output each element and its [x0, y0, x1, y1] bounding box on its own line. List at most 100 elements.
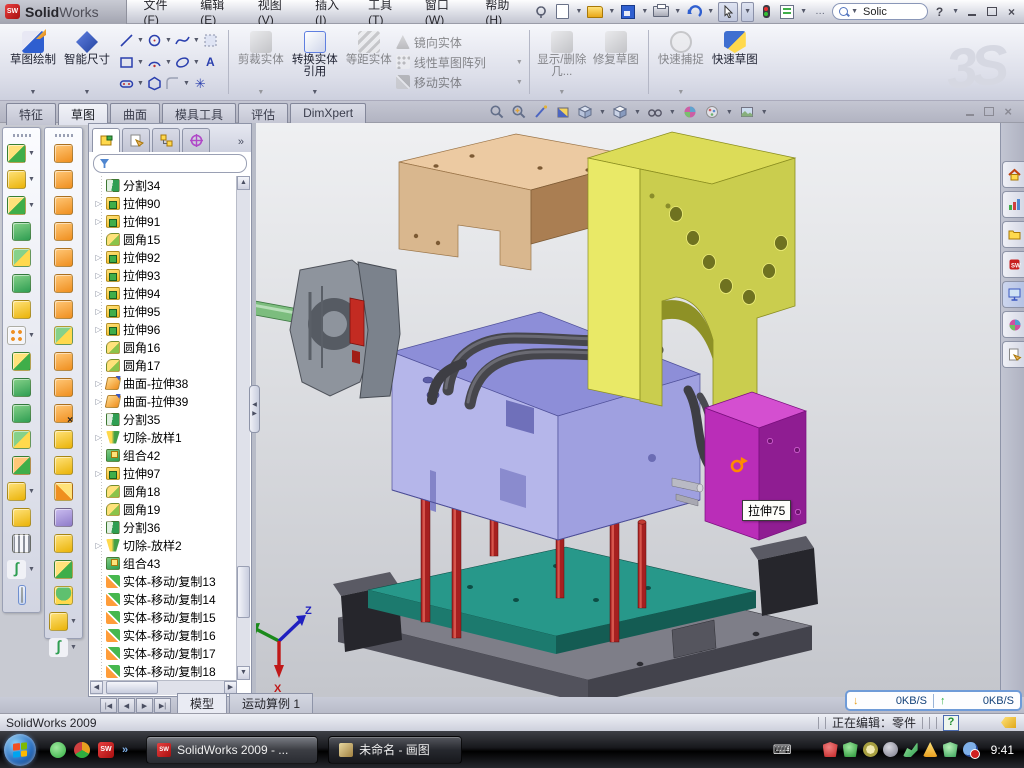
expand-icon[interactable]: ▷ — [94, 379, 103, 388]
ellipse-caret-icon[interactable]: ▼ — [193, 59, 200, 66]
tree-item[interactable]: ▷拉伸96 — [91, 320, 237, 338]
task-button-paint[interactable]: 未命名 - 画图 — [328, 736, 462, 764]
shell-icon[interactable] — [12, 404, 31, 423]
file-explorer-tab[interactable]: SW — [1002, 251, 1024, 278]
tree-item[interactable]: 圆角19 — [91, 500, 237, 518]
update-icon[interactable] — [863, 742, 878, 757]
hide-show-items-icon[interactable] — [646, 103, 664, 121]
swept-boss-icon[interactable] — [12, 222, 31, 241]
options-caret-icon[interactable]: ▼ — [800, 8, 807, 15]
slot-icon[interactable] — [118, 75, 135, 92]
child-minimize-icon[interactable] — [966, 105, 974, 119]
tree-item[interactable]: ▷拉伸92 — [91, 248, 237, 266]
rib-icon[interactable] — [12, 352, 31, 371]
panel-splitter-handle[interactable]: ◀▶ — [249, 385, 260, 433]
pin-icon[interactable] — [532, 3, 550, 21]
antivirus-icon[interactable] — [843, 742, 858, 757]
point-icon[interactable]: ✳ — [192, 75, 209, 92]
panel-tabs-overflow[interactable]: » — [234, 136, 248, 152]
design-library-tab[interactable] — [1002, 221, 1024, 248]
tree-item[interactable]: ▷曲面-拉伸38 — [91, 374, 237, 392]
network-speed-widget[interactable]: ↓0KB/S ↑0KB/S — [845, 690, 1022, 711]
first-tab-icon[interactable]: |◀ — [100, 698, 117, 713]
reference-geometry-icon[interactable] — [7, 482, 26, 501]
expand-icon[interactable]: ▷ — [94, 469, 103, 478]
line-caret-icon[interactable]: ▼ — [137, 37, 144, 44]
featuremanager-tab[interactable] — [92, 128, 120, 152]
rapid-sketch-button[interactable]: 快速草图 — [708, 27, 762, 97]
repair-sketch-button[interactable]: 修复草图 — [589, 27, 643, 97]
hscroll-thumb[interactable] — [106, 681, 158, 694]
wireless-warning-icon[interactable] — [923, 742, 938, 757]
extend-surface-icon[interactable] — [54, 456, 73, 475]
tree-item[interactable]: 实体-移动/复制13 — [91, 572, 237, 590]
tree-item[interactable]: 实体-移动/复制15 — [91, 608, 237, 626]
tree-item[interactable]: ▷拉伸91 — [91, 212, 237, 230]
sketch-fillet-caret-icon[interactable]: ▼ — [183, 80, 190, 87]
fillet-surface-icon[interactable] — [54, 560, 73, 579]
parting-line-icon[interactable] — [54, 170, 73, 189]
smart-dimension-caret-icon[interactable]: ▼ — [84, 89, 91, 96]
display-delete-relations-button[interactable]: 显示/删除几... ▼ — [535, 27, 589, 97]
quick-snaps-button[interactable]: 快速捕捉 ▼ — [654, 27, 708, 97]
extruded-boss-icon[interactable] — [7, 144, 26, 163]
prev-tab-icon[interactable]: ◀ — [118, 698, 135, 713]
home-tab[interactable] — [1002, 161, 1024, 188]
expand-icon[interactable]: ▷ — [94, 307, 103, 316]
convert-entities-button[interactable]: 转换实体引用 ▼ — [288, 27, 342, 97]
messenger-busy-icon[interactable] — [963, 742, 978, 757]
zoom-fit-icon[interactable] — [488, 103, 506, 121]
fillet-caret-icon[interactable]: ▼ — [28, 202, 35, 209]
shut-off-surface-icon[interactable] — [54, 196, 73, 215]
parting-surface-icon[interactable] — [54, 222, 73, 241]
last-tab-icon[interactable]: ▶| — [154, 698, 171, 713]
extruded-boss-caret-icon[interactable]: ▼ — [28, 150, 35, 157]
curve-icon[interactable]: ∫ — [49, 638, 68, 657]
expand-icon[interactable]: ▷ — [94, 253, 103, 262]
open-icon[interactable] — [586, 3, 604, 21]
tree-item[interactable]: 实体-移动/复制14 — [91, 590, 237, 608]
view-settings-icon[interactable] — [738, 103, 756, 121]
polygon-icon[interactable] — [146, 75, 163, 92]
spline-caret-icon[interactable]: ▼ — [193, 37, 200, 44]
tree-item[interactable]: ▷拉伸90 — [91, 194, 237, 212]
tree-item[interactable]: 实体-移动/复制17 — [91, 644, 237, 662]
tree-item[interactable]: ▷拉伸94 — [91, 284, 237, 302]
scroll-down-icon[interactable]: ▼ — [237, 666, 250, 680]
tree-vertical-scrollbar[interactable]: ▲ ▼ — [236, 176, 250, 680]
solidworks-icon[interactable]: SW — [98, 742, 114, 758]
zoom-area-icon[interactable] — [510, 103, 528, 121]
custom-properties-tab[interactable] — [1002, 341, 1024, 368]
close-icon[interactable]: × — [1003, 5, 1020, 19]
selection-box-icon[interactable] — [202, 32, 219, 49]
expand-icon[interactable]: ▷ — [94, 289, 103, 298]
reference-geometry-caret-icon[interactable]: ▼ — [70, 618, 77, 625]
curve-icon[interactable]: ∫ — [7, 560, 26, 579]
restore-icon[interactable] — [983, 5, 1000, 19]
graphics-viewport[interactable]: Y Z X 拉伸75 — [256, 123, 1000, 697]
display-style-caret-icon[interactable]: ▼ — [634, 109, 641, 116]
hole-wizard-icon[interactable] — [12, 300, 31, 319]
extruded-cut-caret-icon[interactable]: ▼ — [28, 176, 35, 183]
view-palette-tab[interactable] — [1002, 281, 1024, 308]
core-icon[interactable] — [54, 274, 73, 293]
messenger-icon[interactable] — [50, 742, 66, 758]
tab-评估[interactable]: 评估 — [238, 103, 288, 125]
view-settings-caret-icon[interactable]: ▼ — [761, 109, 768, 116]
open-caret-icon[interactable]: ▼ — [608, 8, 615, 15]
circle-caret-icon[interactable]: ▼ — [165, 37, 172, 44]
draft-icon[interactable] — [12, 378, 31, 397]
sketch-button[interactable]: 草图绘制 ▼ — [6, 27, 60, 97]
extruded-cut-icon[interactable] — [7, 170, 26, 189]
fillet-icon[interactable] — [7, 196, 26, 215]
scroll-up-icon[interactable]: ▲ — [237, 176, 250, 190]
tag-icon[interactable] — [1001, 717, 1016, 728]
tab-特征[interactable]: 特征 — [6, 103, 56, 125]
appearances-tab[interactable] — [1002, 311, 1024, 338]
smart-dimension-button[interactable]: 智能尺寸 ▼ — [60, 27, 114, 97]
axis-icon[interactable] — [12, 534, 31, 553]
search-input[interactable] — [861, 5, 917, 19]
tooling-split-icon[interactable] — [54, 248, 73, 267]
linear-pattern-caret-icon[interactable]: ▼ — [28, 332, 35, 339]
search-box[interactable]: ▼ — [832, 3, 928, 20]
